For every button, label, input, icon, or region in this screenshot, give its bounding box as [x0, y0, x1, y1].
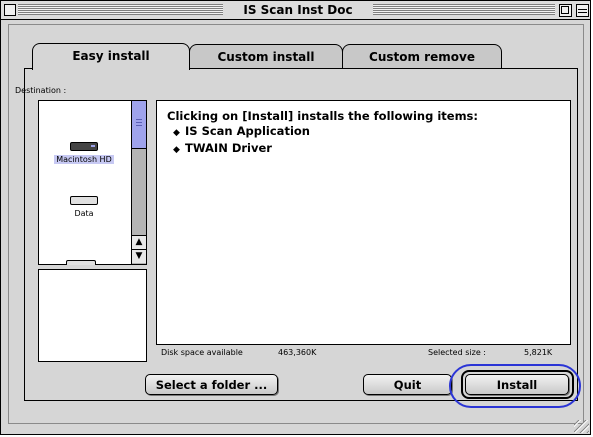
grip-icon	[136, 119, 142, 127]
selected-size-label: Selected size :	[428, 348, 486, 357]
info-item-text: TWAIN Driver	[185, 141, 272, 155]
disk-item-data[interactable]: Data	[54, 196, 114, 218]
hard-drive-icon	[70, 196, 98, 205]
scroll-down-arrow-icon[interactable]: ▼	[132, 249, 146, 263]
window-title: IS Scan Inst Doc	[223, 2, 373, 18]
diamond-bullet-icon: ◆	[173, 145, 180, 155]
info-item-text: IS Scan Application	[185, 124, 310, 138]
title-bar[interactable]: IS Scan Inst Doc	[1, 1, 590, 20]
tab-custom-install[interactable]: Custom install	[189, 44, 343, 70]
disk-space-value: 463,360K	[278, 348, 317, 357]
title-bar-stripes-right	[373, 4, 555, 15]
disk-name: Data	[74, 209, 94, 218]
scroll-thumb[interactable]	[132, 101, 146, 149]
status-bar: Disk space available 463,360K Selected s…	[157, 345, 571, 361]
destination-scrollbar[interactable]: ▲ ▼	[131, 101, 146, 264]
selected-size-value: 5,821K	[524, 348, 553, 357]
zoom-box-icon[interactable]	[559, 4, 572, 17]
tab-easy-install[interactable]: Easy install	[32, 43, 190, 70]
disk-space-label: Disk space available	[161, 348, 243, 357]
collapse-box-icon[interactable]	[576, 4, 589, 17]
info-heading: Clicking on [Install] installs the follo…	[167, 109, 479, 123]
select-folder-button[interactable]: Select a folder ...	[145, 374, 278, 395]
preview-box	[38, 269, 147, 362]
disk-item-macintosh-hd[interactable]: Macintosh HD	[54, 142, 114, 164]
info-list-item: ◆ TWAIN Driver	[167, 141, 560, 158]
destination-label: Destination :	[15, 86, 67, 95]
title-bar-stripes-left	[18, 4, 223, 15]
quit-button[interactable]: Quit	[363, 374, 452, 395]
diamond-bullet-icon: ◆	[173, 128, 180, 138]
hard-drive-icon	[70, 142, 98, 151]
install-button[interactable]: Install	[465, 374, 569, 395]
close-box-icon[interactable]	[4, 4, 16, 16]
tab-custom-remove[interactable]: Custom remove	[342, 44, 502, 70]
info-list-item: ◆ IS Scan Application	[167, 124, 560, 141]
resize-grip-icon[interactable]	[574, 420, 589, 433]
install-info-box: Clicking on [Install] installs the follo…	[156, 100, 571, 345]
hard-drive-icon-partial	[66, 260, 96, 265]
disk-name: Macintosh HD	[54, 155, 114, 164]
scroll-up-arrow-icon[interactable]: ▲	[132, 235, 146, 249]
